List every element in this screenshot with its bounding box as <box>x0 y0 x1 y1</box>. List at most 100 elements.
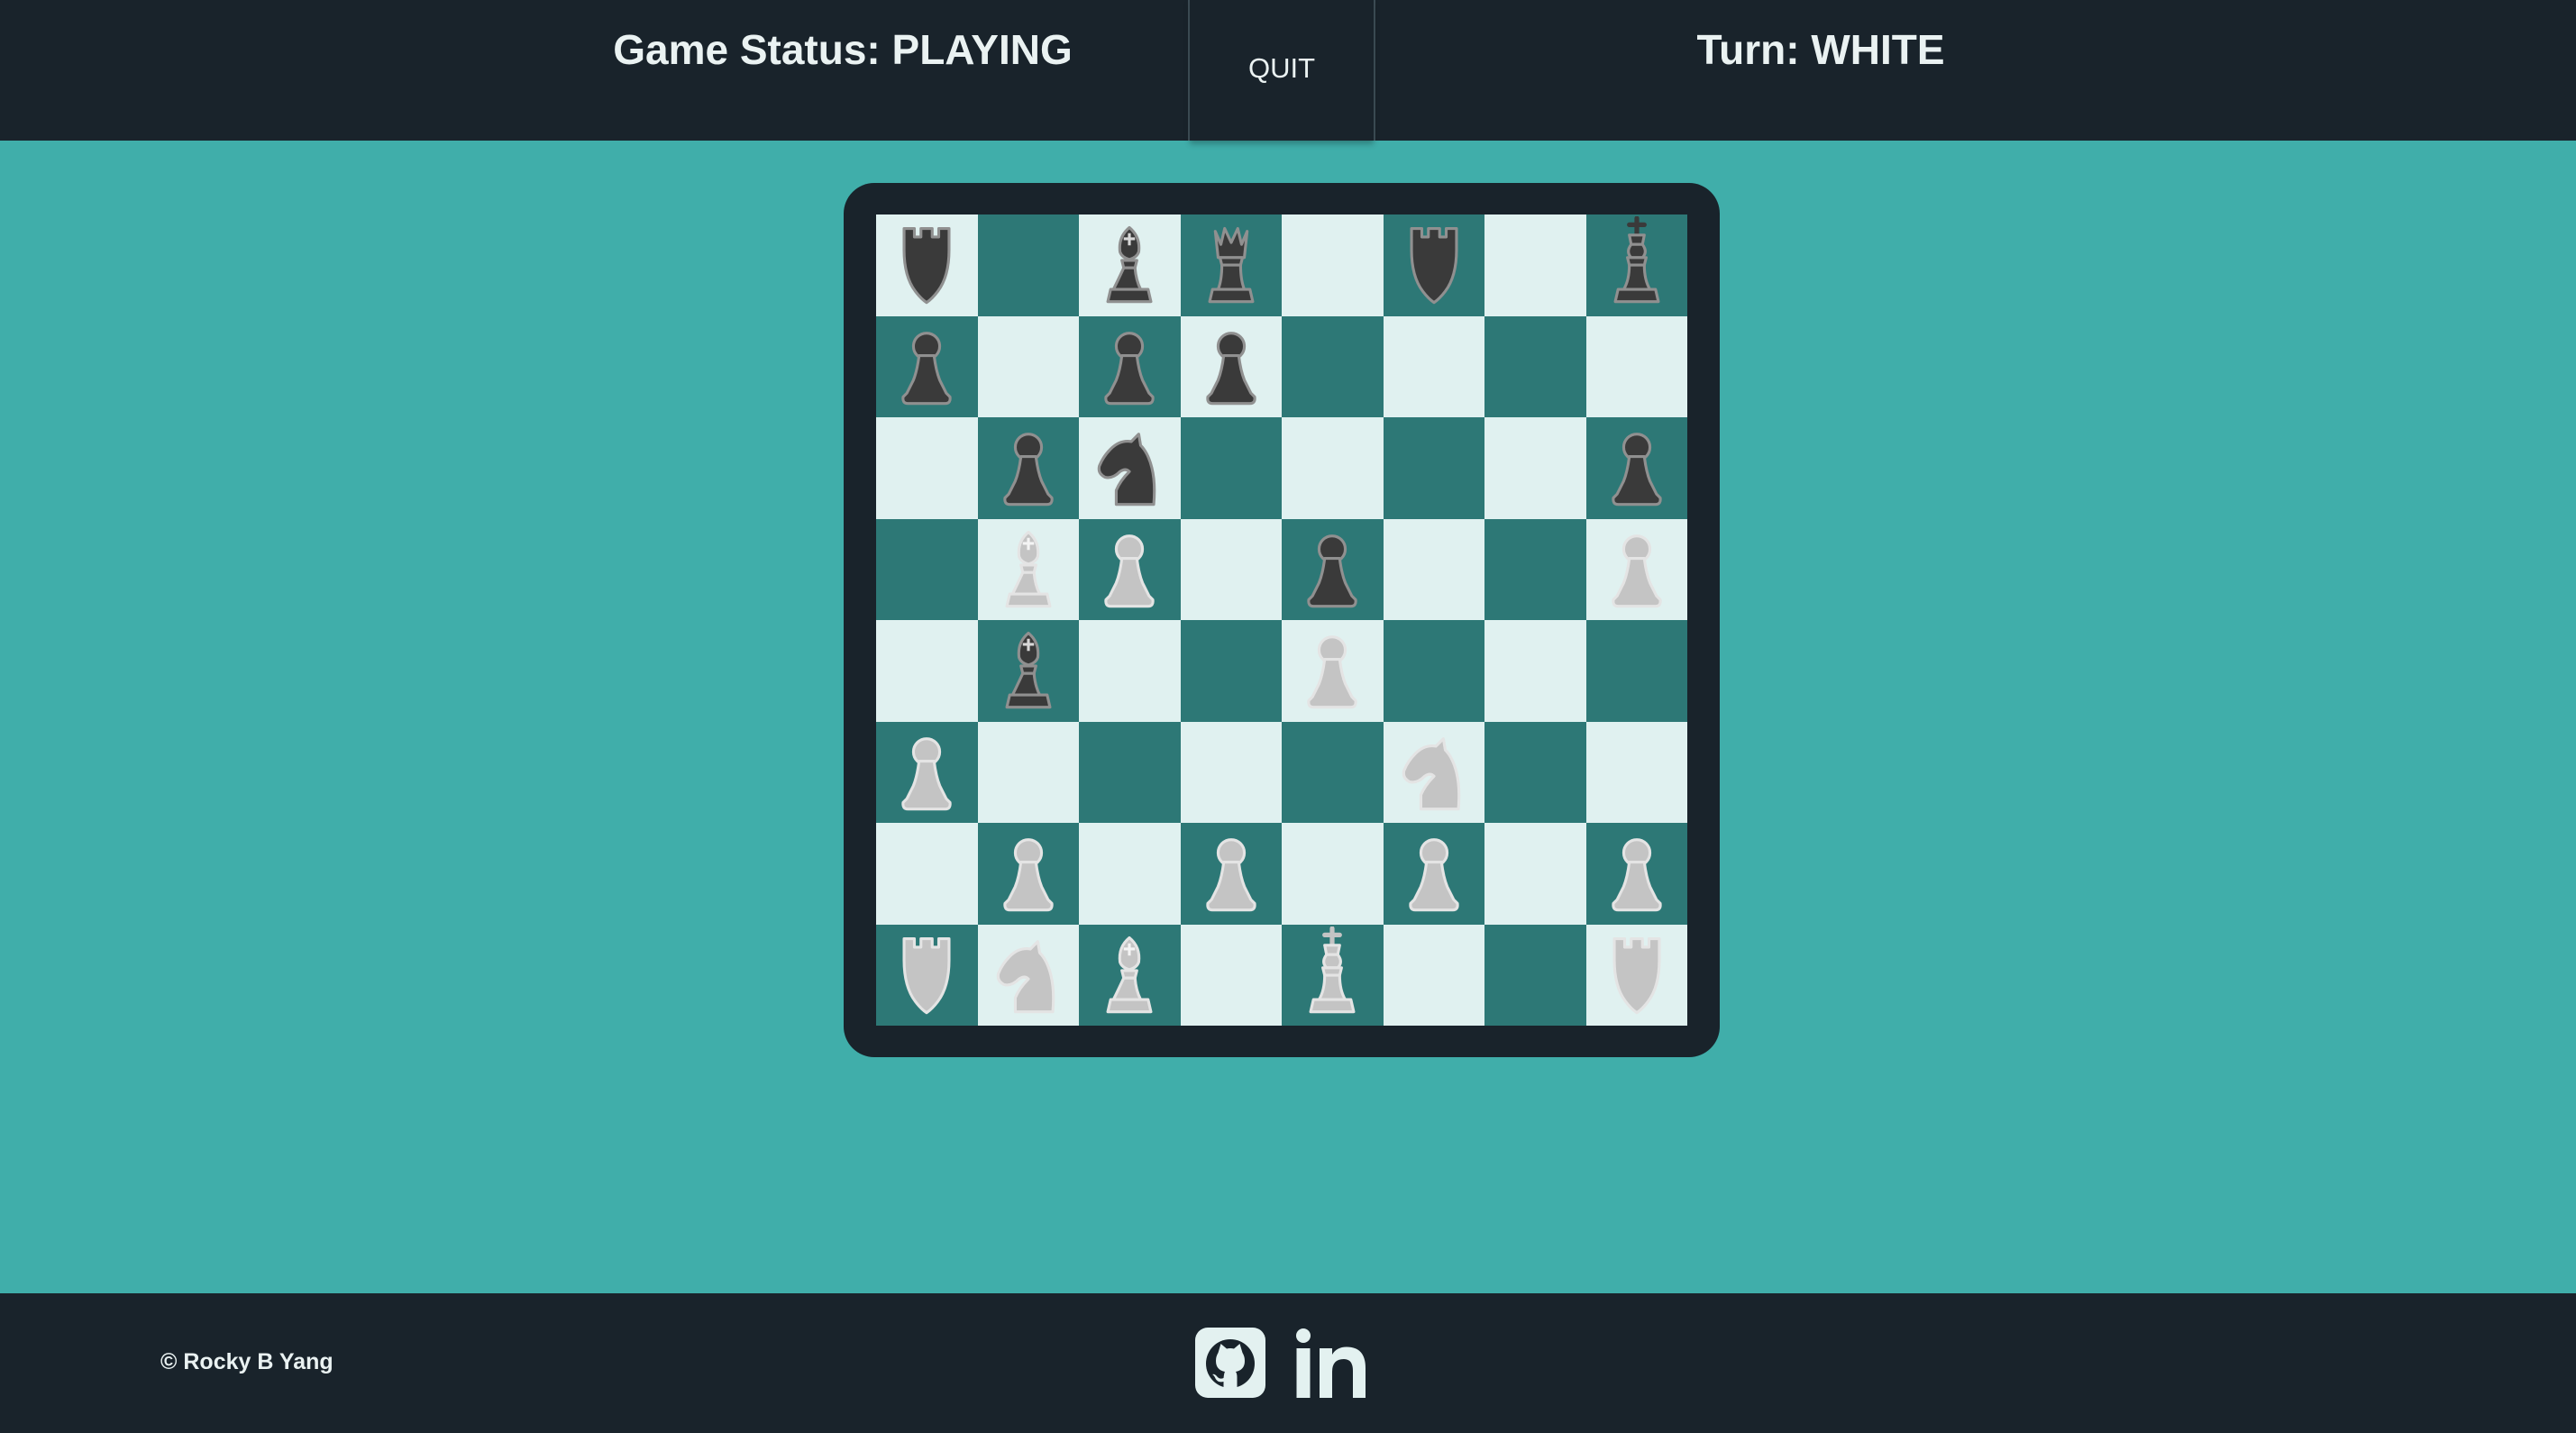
square-g3[interactable] <box>1484 721 1586 823</box>
white-knight-icon <box>1402 736 1460 810</box>
square-c4[interactable] <box>1079 620 1181 722</box>
white-bishop-icon <box>1005 530 1051 607</box>
square-b8[interactable] <box>977 214 1079 316</box>
square-e4[interactable] <box>1282 620 1384 722</box>
quit-button[interactable]: QUIT <box>1190 0 1374 141</box>
square-d8[interactable] <box>1180 214 1282 316</box>
white-bishop-icon <box>1106 936 1153 1013</box>
square-h2[interactable] <box>1585 823 1687 925</box>
square-b7[interactable] <box>977 315 1079 417</box>
black-rook-icon <box>1409 226 1458 305</box>
square-c5[interactable] <box>1079 518 1181 620</box>
square-f5[interactable] <box>1383 518 1484 620</box>
black-rook-icon <box>902 226 951 305</box>
square-b2[interactable] <box>977 823 1079 925</box>
square-b6[interactable] <box>977 417 1079 519</box>
white-pawn-icon <box>901 736 952 810</box>
square-d5[interactable] <box>1180 518 1282 620</box>
square-h1[interactable] <box>1585 924 1687 1026</box>
black-pawn-icon <box>1104 331 1155 405</box>
black-pawn-icon <box>1002 433 1054 507</box>
square-g7[interactable] <box>1484 315 1586 417</box>
white-pawn-icon <box>1307 635 1357 709</box>
square-h7[interactable] <box>1585 315 1687 417</box>
square-b3[interactable] <box>977 721 1079 823</box>
square-d6[interactable] <box>1180 417 1282 519</box>
white-rook-icon <box>902 936 951 1014</box>
square-c6[interactable] <box>1079 417 1181 519</box>
square-f6[interactable] <box>1383 417 1484 519</box>
black-knight-icon <box>1097 433 1156 507</box>
square-e3[interactable] <box>1282 721 1384 823</box>
square-b4[interactable] <box>977 620 1079 722</box>
square-a8[interactable] <box>876 214 978 316</box>
white-pawn-icon <box>1002 838 1054 912</box>
white-knight-icon <box>996 939 1055 1013</box>
quit-button-label: QUIT <box>1247 52 1316 84</box>
square-c3[interactable] <box>1079 721 1181 823</box>
github-icon <box>1195 1328 1265 1398</box>
square-e8[interactable] <box>1282 214 1384 316</box>
square-h4[interactable] <box>1585 620 1687 722</box>
square-g4[interactable] <box>1484 620 1586 722</box>
square-f1[interactable] <box>1383 924 1484 1026</box>
square-h6[interactable] <box>1585 417 1687 519</box>
square-a6[interactable] <box>876 417 978 519</box>
square-e6[interactable] <box>1282 417 1384 519</box>
square-h3[interactable] <box>1585 721 1687 823</box>
square-e5[interactable] <box>1282 518 1384 620</box>
linkedin-icon <box>1296 1328 1366 1398</box>
black-pawn-icon <box>1205 331 1256 405</box>
square-a5[interactable] <box>876 518 978 620</box>
square-d2[interactable] <box>1180 823 1282 925</box>
square-f7[interactable] <box>1383 315 1484 417</box>
black-pawn-icon <box>1611 433 1662 507</box>
square-e2[interactable] <box>1282 823 1384 925</box>
square-a7[interactable] <box>876 315 978 417</box>
top-bar: Game Status: PLAYING QUIT Turn: WHITE <box>0 0 2576 141</box>
square-d3[interactable] <box>1180 721 1282 823</box>
square-a3[interactable] <box>876 721 978 823</box>
square-c1[interactable] <box>1079 924 1181 1026</box>
square-h5[interactable] <box>1585 518 1687 620</box>
square-e7[interactable] <box>1282 315 1384 417</box>
square-c2[interactable] <box>1079 823 1181 925</box>
square-c7[interactable] <box>1079 315 1181 417</box>
square-b1[interactable] <box>977 924 1079 1026</box>
square-g2[interactable] <box>1484 823 1586 925</box>
black-queen-icon <box>1208 226 1254 304</box>
square-a2[interactable] <box>876 823 978 925</box>
square-e1[interactable] <box>1282 924 1384 1026</box>
square-f4[interactable] <box>1383 620 1484 722</box>
square-f2[interactable] <box>1383 823 1484 925</box>
turn-indicator: Turn: WHITE <box>1696 26 1945 73</box>
chess-board-frame <box>844 183 1720 1057</box>
square-d7[interactable] <box>1180 315 1282 417</box>
square-d4[interactable] <box>1180 620 1282 722</box>
square-g6[interactable] <box>1484 417 1586 519</box>
linkedin-link[interactable] <box>1294 1328 1368 1400</box>
black-pawn-icon <box>901 331 952 405</box>
chess-board <box>876 214 1687 1026</box>
white-pawn-icon <box>1205 838 1256 912</box>
copyright-text: © Rocky B Yang <box>160 1349 333 1374</box>
square-f8[interactable] <box>1383 214 1484 316</box>
square-g5[interactable] <box>1484 518 1586 620</box>
github-link[interactable] <box>1195 1328 1265 1398</box>
black-bishop-icon <box>1106 225 1153 304</box>
square-g1[interactable] <box>1484 924 1586 1026</box>
square-a4[interactable] <box>876 620 978 722</box>
white-king-icon <box>1309 926 1356 1013</box>
white-pawn-icon <box>1408 838 1459 912</box>
square-c8[interactable] <box>1079 214 1181 316</box>
square-f3[interactable] <box>1383 721 1484 823</box>
square-d1[interactable] <box>1180 924 1282 1026</box>
square-g8[interactable] <box>1484 214 1586 316</box>
white-pawn-icon <box>1611 534 1662 607</box>
square-h8[interactable] <box>1585 214 1687 316</box>
square-a1[interactable] <box>876 924 978 1026</box>
square-b5[interactable] <box>977 518 1079 620</box>
white-pawn-icon <box>1104 534 1155 607</box>
black-pawn-icon <box>1307 534 1357 607</box>
game-status-label: Game Status: PLAYING <box>613 26 1073 73</box>
